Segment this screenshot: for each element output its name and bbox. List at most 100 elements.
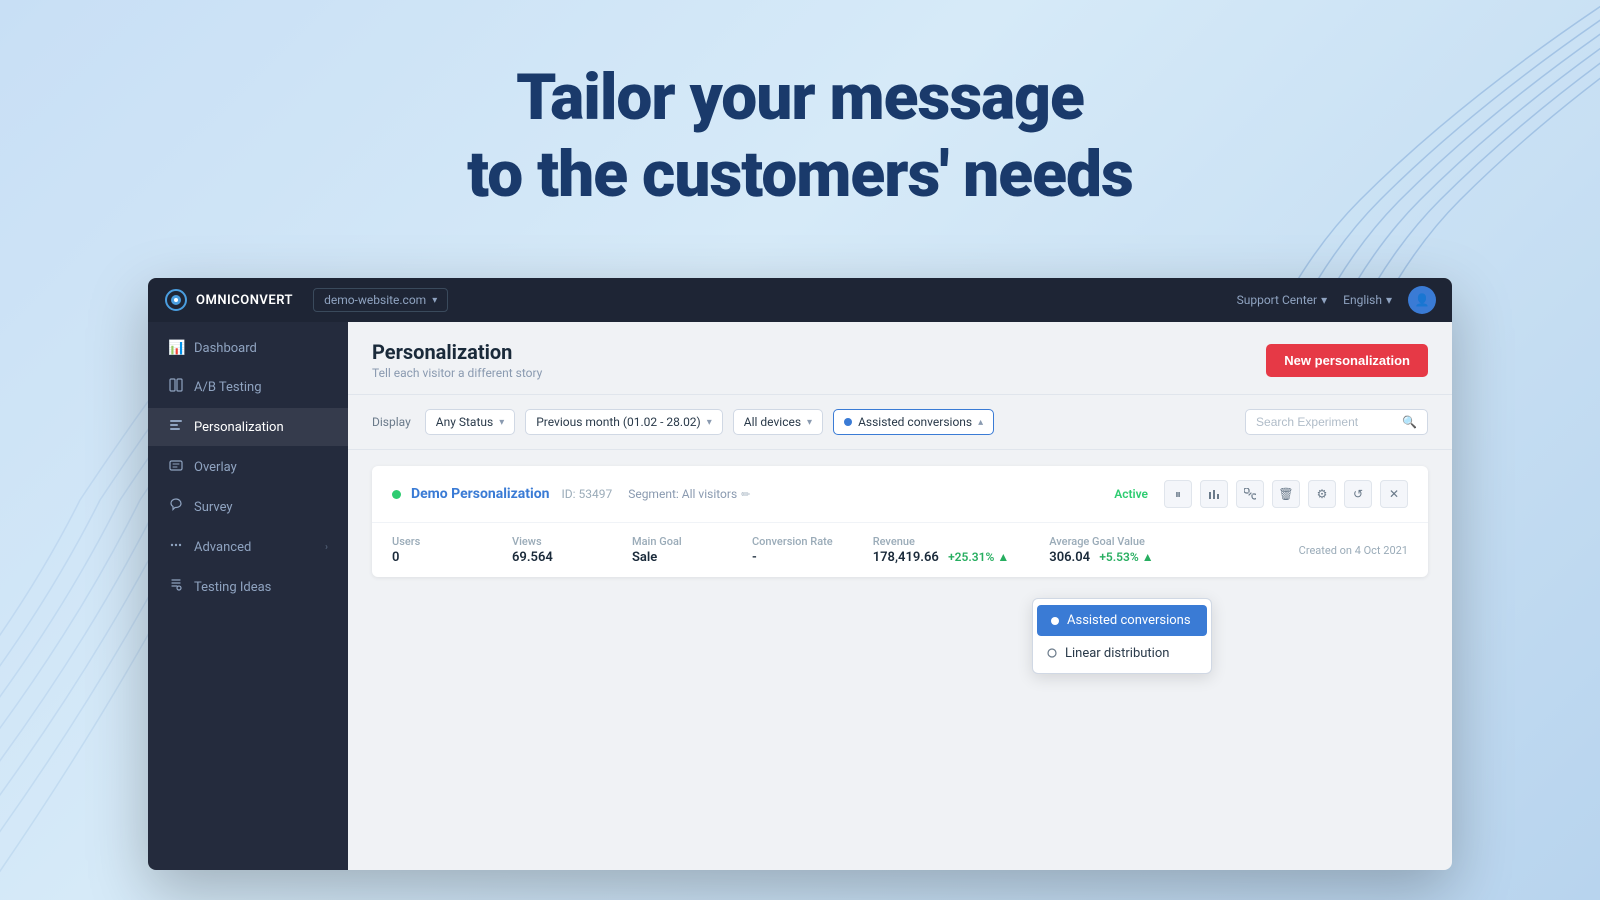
devices-filter[interactable]: All devices ▾ <box>733 409 823 435</box>
sidebar-label-ab-testing: A/B Testing <box>194 380 262 395</box>
dashboard-icon: 📊 <box>168 340 184 356</box>
metric-dropdown: Assisted conversions Linear distribution <box>1032 598 1212 674</box>
new-personalization-button[interactable]: New personalization <box>1266 344 1428 377</box>
hero-title: Tailor your message to the customers' ne… <box>0 60 1600 214</box>
reset-button[interactable]: ↺ <box>1344 480 1372 508</box>
pause-button[interactable]: ⏸ <box>1164 480 1192 508</box>
settings-button[interactable]: ⚙ <box>1308 480 1336 508</box>
survey-icon <box>168 498 184 516</box>
edit-segment-icon[interactable]: ✏ <box>741 488 750 501</box>
devices-value: All devices <box>744 415 801 429</box>
content-area: Personalization Tell each visitor a diff… <box>348 322 1452 870</box>
page-title: Personalization <box>372 340 542 364</box>
search-icon: 🔍 <box>1402 415 1417 429</box>
display-label: Display <box>372 415 411 429</box>
close-button[interactable]: ✕ <box>1380 480 1408 508</box>
page-title-block: Personalization Tell each visitor a diff… <box>372 340 542 380</box>
support-chevron-icon: ▾ <box>1321 293 1327 307</box>
sidebar-label-dashboard: Dashboard <box>194 341 257 356</box>
sidebar-item-personalization[interactable]: Personalization <box>148 408 348 446</box>
revenue-label: Revenue <box>873 535 1010 548</box>
conversion-rate-col: Conversion Rate - <box>752 535 833 565</box>
site-chevron-icon: ▾ <box>432 295 437 306</box>
delete-button[interactable]: 🗑 <box>1272 480 1300 508</box>
conversion-rate-label: Conversion Rate <box>752 535 833 548</box>
testing-ideas-icon <box>168 578 184 596</box>
support-label: Support Center <box>1237 293 1317 307</box>
dropdown-item-linear[interactable]: Linear distribution <box>1033 638 1211 669</box>
sidebar-item-survey[interactable]: Survey <box>148 488 348 526</box>
sidebar-item-testing-ideas[interactable]: Testing Ideas <box>148 568 348 606</box>
search-box[interactable]: 🔍 <box>1245 409 1428 435</box>
advanced-icon <box>168 538 184 556</box>
avg-goal-col: Average Goal Value 306.04 +5.53% ▲ <box>1049 535 1169 565</box>
search-input[interactable] <box>1256 415 1396 429</box>
date-filter[interactable]: Previous month (01.02 - 28.02) ▾ <box>525 409 723 435</box>
users-col: Users 0 <box>392 535 472 565</box>
link-button[interactable] <box>1236 480 1264 508</box>
main-goal-value: Sale <box>632 550 712 565</box>
created-date: Created on 4 Oct 2021 <box>1299 544 1408 557</box>
sidebar-label-testing-ideas: Testing Ideas <box>194 580 271 595</box>
status-filter[interactable]: Any Status ▾ <box>425 409 515 435</box>
avg-goal-value: 306.04 +5.53% ▲ <box>1049 550 1169 565</box>
sidebar-label-overlay: Overlay <box>194 460 237 475</box>
hero-section: Tailor your message to the customers' ne… <box>0 60 1600 214</box>
metric-chevron-icon: ▴ <box>978 417 983 428</box>
filters-bar: Display Any Status ▾ Previous month (01.… <box>348 395 1452 450</box>
dropdown-item-assisted[interactable]: Assisted conversions <box>1037 605 1207 636</box>
metric-dot-icon <box>844 418 852 426</box>
devices-chevron-icon: ▾ <box>807 417 812 428</box>
user-avatar[interactable]: 👤 <box>1408 286 1436 314</box>
experiment-segment: Segment: All visitors ✏ <box>628 487 750 501</box>
brand-name: OMNICONVERT <box>196 293 293 308</box>
views-label: Views <box>512 535 592 548</box>
revenue-badge: +25.31% ▲ <box>942 550 1009 564</box>
conversion-rate-value: - <box>752 550 833 565</box>
users-label: Users <box>392 535 472 548</box>
navbar: OMNICONVERT demo-website.com ▾ Support C… <box>148 278 1452 322</box>
site-name: demo-website.com <box>324 293 426 307</box>
sidebar-item-overlay[interactable]: Overlay <box>148 448 348 486</box>
user-icon: 👤 <box>1415 293 1430 307</box>
experiment-id: ID: 53497 <box>561 487 612 501</box>
site-selector[interactable]: demo-website.com ▾ <box>313 288 448 312</box>
status-value: Any Status <box>436 415 493 429</box>
date-value: Previous month (01.02 - 28.02) <box>536 415 701 429</box>
personalization-icon <box>168 418 184 436</box>
linear-label: Linear distribution <box>1065 646 1169 661</box>
assisted-dot-icon <box>1051 617 1059 625</box>
assisted-label: Assisted conversions <box>1067 613 1191 628</box>
reports-button[interactable] <box>1200 480 1228 508</box>
metric-filter[interactable]: Assisted conversions ▴ <box>833 409 994 435</box>
sidebar-label-survey: Survey <box>194 500 233 515</box>
ab-testing-icon <box>168 378 184 396</box>
language-selector[interactable]: English ▾ <box>1343 293 1392 307</box>
brand-logo <box>164 288 188 312</box>
app-window: OMNICONVERT demo-website.com ▾ Support C… <box>148 278 1452 870</box>
metric-value: Assisted conversions <box>858 415 972 429</box>
experiment-name[interactable]: Demo Personalization <box>411 486 549 502</box>
support-center[interactable]: Support Center ▾ <box>1237 293 1328 307</box>
main-goal-col: Main Goal Sale <box>632 535 712 565</box>
experiment-status-label: Active <box>1114 487 1148 501</box>
sidebar-label-personalization: Personalization <box>194 420 284 435</box>
sidebar: 📊 Dashboard A/B Testing Personalization <box>148 322 348 870</box>
sidebar-item-advanced[interactable]: Advanced › <box>148 528 348 566</box>
sidebar-item-ab-testing[interactable]: A/B Testing <box>148 368 348 406</box>
page-subtitle: Tell each visitor a different story <box>372 366 542 380</box>
page-header: Personalization Tell each visitor a diff… <box>348 322 1452 395</box>
sidebar-item-dashboard[interactable]: 📊 Dashboard <box>148 330 348 366</box>
table-area: Demo Personalization ID: 53497 Segment: … <box>348 450 1452 870</box>
sidebar-label-advanced: Advanced <box>194 540 251 555</box>
linear-icon <box>1047 647 1057 661</box>
brand: OMNICONVERT <box>164 288 293 312</box>
revenue-col: Revenue 178,419.66 +25.31% ▲ <box>873 535 1010 565</box>
experiment-actions: Active ⏸ 🗑 ⚙ ↺ ✕ <box>1114 480 1408 508</box>
language-label: English <box>1343 293 1382 307</box>
navbar-right: Support Center ▾ English ▾ 👤 <box>1237 286 1436 314</box>
views-col: Views 69.564 <box>512 535 592 565</box>
status-dot-icon <box>392 490 401 499</box>
main-layout: 📊 Dashboard A/B Testing Personalization <box>148 322 1452 870</box>
experiment-data: Users 0 Views 69.564 Main Goal Sale Co <box>372 523 1428 577</box>
